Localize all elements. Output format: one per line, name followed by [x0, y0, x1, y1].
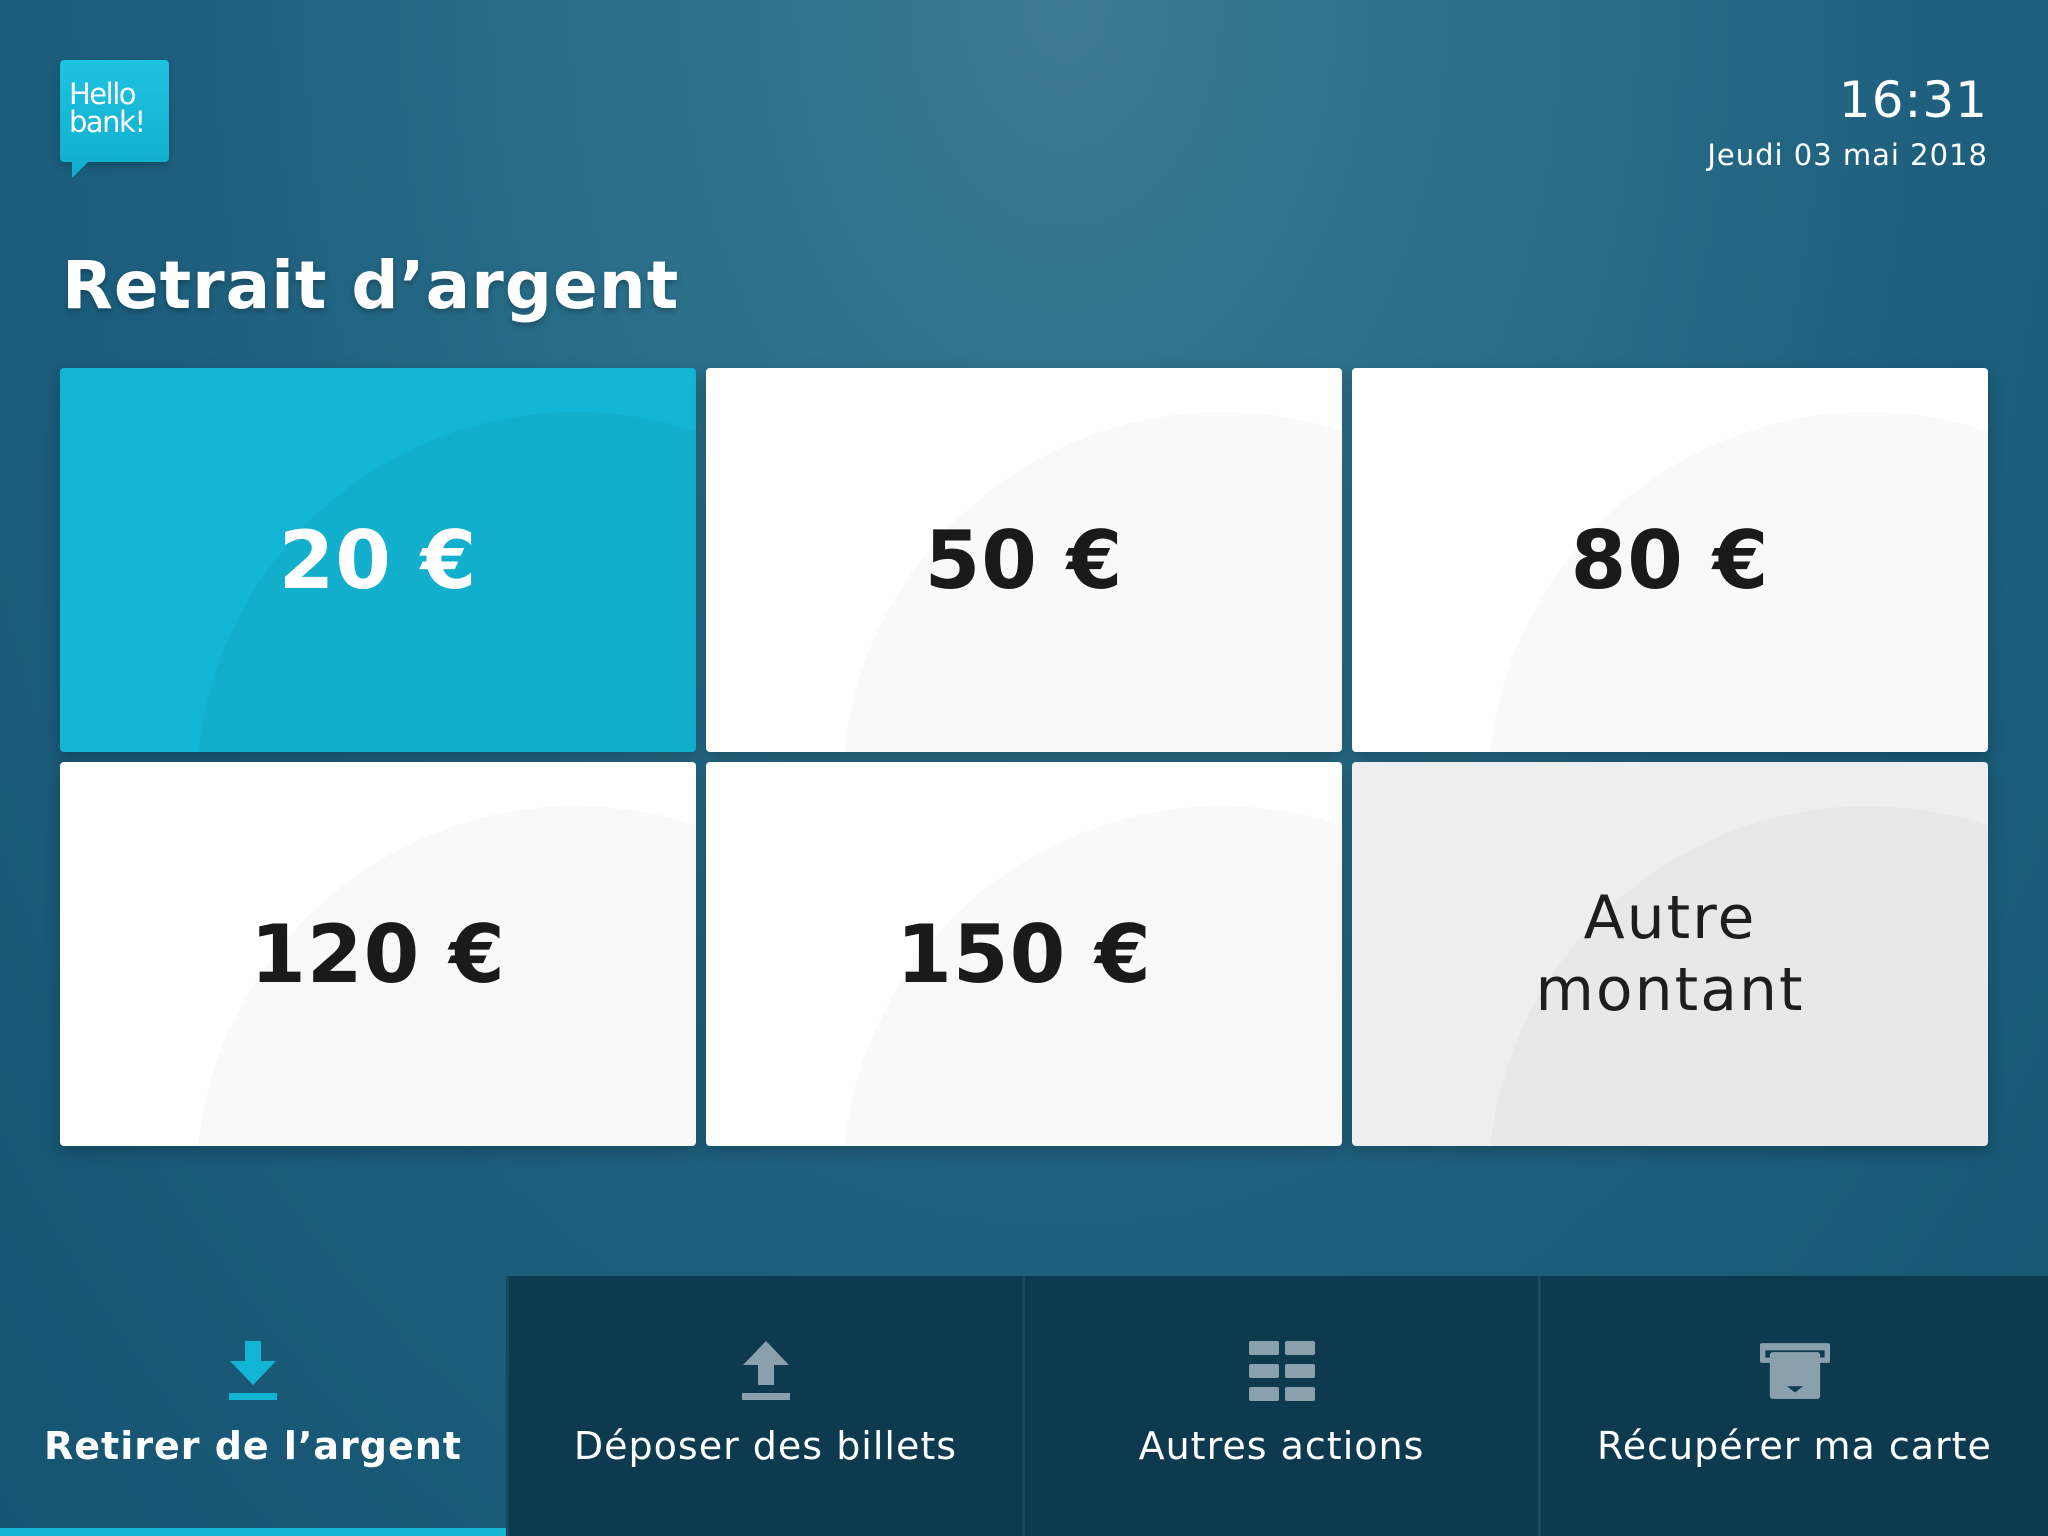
- amount-150-button[interactable]: 150 €: [706, 762, 1342, 1146]
- logo-line-2: bank!: [69, 105, 146, 139]
- nav-withdraw-money[interactable]: Retirer de l’argent: [0, 1276, 506, 1536]
- amount-label: 150 €: [896, 907, 1152, 1001]
- amount-20-button[interactable]: 20 €: [60, 368, 696, 752]
- amount-label: 80 €: [1570, 513, 1770, 607]
- amount-label: 20 €: [278, 513, 478, 607]
- grid-icon: [1247, 1340, 1317, 1402]
- nav-label: Récupérer ma carte: [1597, 1424, 1992, 1468]
- other-amount-line-2: montant: [1535, 955, 1805, 1025]
- amount-label: 50 €: [924, 513, 1124, 607]
- page-title: Retrait d’argent: [62, 247, 680, 324]
- nav-label: Déposer des billets: [573, 1424, 958, 1468]
- logo-text: Hello bank!: [69, 77, 146, 139]
- upload-arrow-icon: [731, 1340, 801, 1402]
- amount-label: 120 €: [250, 907, 506, 1001]
- nav-label: Retirer de l’argent: [44, 1424, 462, 1468]
- nav-retrieve-card[interactable]: Récupérer ma carte: [1538, 1276, 2048, 1536]
- current-date: Jeudi 03 mai 2018: [1707, 138, 1988, 172]
- amount-grid: 20 € 50 € 80 € 120 € 150 € Autre montant: [60, 368, 1988, 1146]
- amount-80-button[interactable]: 80 €: [1352, 368, 1988, 752]
- amount-120-button[interactable]: 120 €: [60, 762, 696, 1146]
- other-amount-label: Autre montant: [1535, 882, 1804, 1026]
- card-eject-icon: [1759, 1340, 1830, 1402]
- hello-bank-logo: Hello bank!: [60, 60, 169, 178]
- clock-time: 16:31: [1838, 71, 1988, 129]
- amount-50-button[interactable]: 50 €: [706, 368, 1342, 752]
- nav-label: Autres actions: [1138, 1424, 1425, 1468]
- other-amount-button[interactable]: Autre montant: [1352, 762, 1988, 1146]
- nav-other-actions[interactable]: Autres actions: [1022, 1276, 1538, 1536]
- download-arrow-icon: [218, 1340, 288, 1402]
- other-amount-line-1: Autre: [1583, 883, 1757, 953]
- nav-deposit-notes[interactable]: Déposer des billets: [506, 1276, 1022, 1536]
- logo-line-1: Hello: [69, 77, 137, 111]
- bottom-nav: Retirer de l’argent Déposer des billets …: [0, 1276, 2048, 1536]
